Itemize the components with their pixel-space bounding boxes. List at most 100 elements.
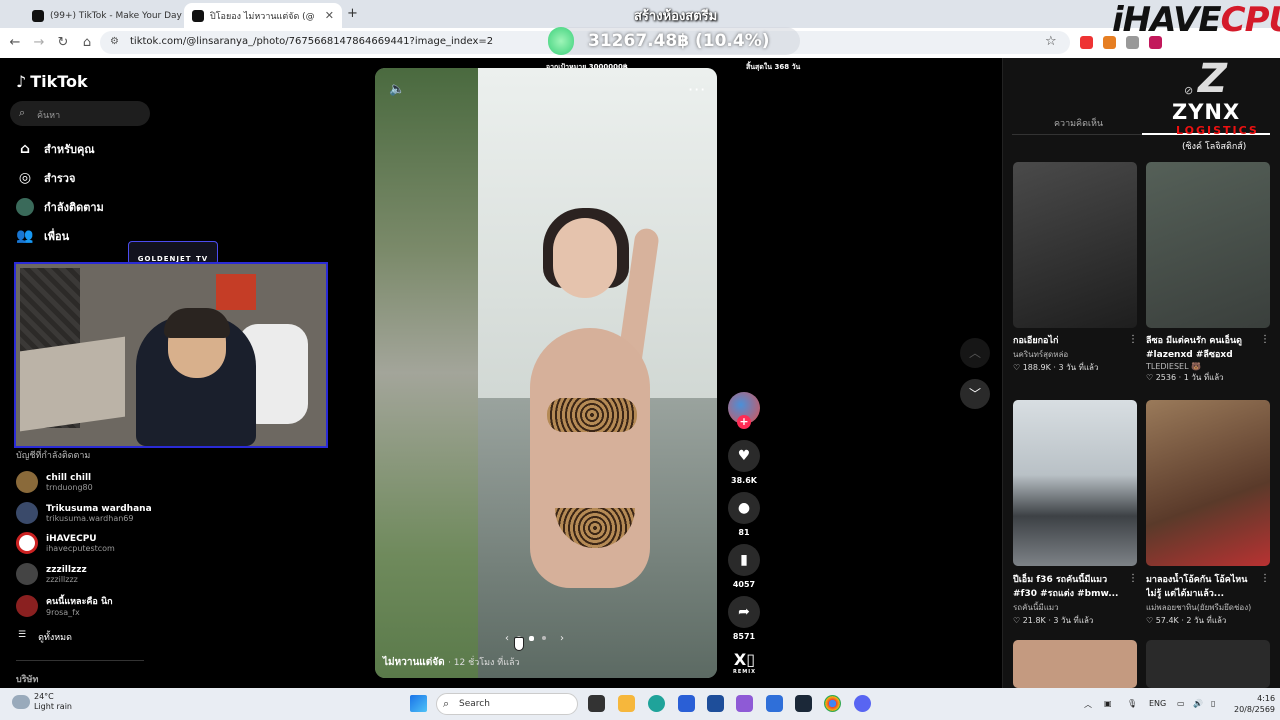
home-icon: ⌂: [19, 141, 31, 157]
windows-start-icon[interactable]: [410, 695, 427, 712]
video-thumbnail[interactable]: [1146, 640, 1270, 688]
language-indicator[interactable]: ENG: [1149, 699, 1166, 708]
more-icon[interactable]: ⋮: [1260, 334, 1270, 345]
slide-dot-active[interactable]: [529, 635, 534, 641]
nav-explore[interactable]: ◎ สำรวจ: [16, 168, 76, 188]
volume-tray-icon[interactable]: 🔊: [1193, 699, 1203, 708]
remix-button[interactable]: X▯ REMIX: [733, 650, 756, 675]
see-all-link[interactable]: ☰ ดูทั้งหมด: [18, 630, 72, 644]
nav-following[interactable]: กำลังติดตาม: [16, 197, 104, 217]
weather-widget[interactable]: 24°C Light rain: [34, 692, 72, 712]
reload-icon[interactable]: ↻: [54, 34, 72, 52]
video-thumbnail[interactable]: [1146, 400, 1270, 566]
nav-for-you[interactable]: ⌂ สำหรับคุณ: [16, 139, 95, 159]
video-title: ปีเอ็ม f36 รถคันนี้มีแมว #f30 #รถแต่ง #b…: [1013, 575, 1119, 599]
sponsor-subtitle: LOGISTICS: [1176, 124, 1259, 137]
account-item[interactable]: zzzillzzz zzzillzzz: [16, 563, 87, 585]
forward-icon[interactable]: →: [30, 34, 48, 52]
app-icon[interactable]: [678, 695, 695, 712]
taskbar-search[interactable]: [436, 693, 578, 715]
more-icon[interactable]: ⋮: [1260, 573, 1270, 584]
slide-next-icon[interactable]: ›: [560, 633, 564, 644]
chevron-down-icon: ﹀: [968, 387, 981, 401]
sponsor-logo-mark: Z: [1198, 56, 1228, 102]
bookmark-star-icon[interactable]: ☆: [1045, 34, 1057, 49]
more-icon[interactable]: ⋮: [1128, 573, 1138, 584]
photo-post-viewer[interactable]: [375, 68, 717, 678]
edge-icon[interactable]: [648, 695, 665, 712]
more-icon[interactable]: ⋮: [1128, 334, 1138, 345]
taskbar-search-label: Search: [459, 699, 490, 709]
donation-progress-fill: [548, 27, 574, 55]
video-card-info[interactable]: มาลองน้ำโอ้คกัน โอ้คไหนไม่รู้ แต่ได้มาแล…: [1146, 573, 1258, 627]
caption-author[interactable]: ไม่หวานแต่จัด: [383, 657, 445, 668]
photo-figure-face: [553, 218, 617, 298]
account-item[interactable]: chill chill trnduong80: [16, 471, 93, 493]
task-view-icon[interactable]: [588, 695, 605, 712]
bookmark-button[interactable]: ▮ 4057: [728, 544, 760, 589]
video-stats: ♡ 21.8K · 3 วัน ที่แล้ว: [1013, 616, 1094, 625]
tab-comments[interactable]: ความคิดเห็น: [1054, 116, 1103, 130]
divider: [16, 660, 144, 661]
close-tab-icon[interactable]: ✕: [325, 9, 334, 22]
volume-icon[interactable]: 🔈: [389, 82, 405, 97]
follow-plus-icon[interactable]: +: [737, 415, 751, 429]
comment-button[interactable]: ● 81: [728, 492, 760, 537]
previous-post-button[interactable]: ︿: [960, 338, 990, 368]
slide-prev-icon[interactable]: ‹: [505, 633, 509, 644]
browser-tab-tiktok[interactable]: (99+) TikTok - Make Your Day ✕: [24, 3, 182, 28]
nav-friends[interactable]: 👥 เพื่อน: [16, 226, 69, 246]
tiktok-logo[interactable]: ♪ TikTok: [16, 72, 88, 91]
url-text[interactable]: tiktok.com/@linsaranya_/photo/7675668147…: [130, 36, 493, 47]
copilot-icon[interactable]: [736, 695, 753, 712]
photo-prev-slide: [375, 68, 478, 678]
avatar: [16, 563, 38, 585]
weather-icon[interactable]: [12, 695, 30, 709]
link-icon[interactable]: ⊘: [1184, 84, 1193, 97]
video-author: แม่พลอยชาทิน(ยัยพรีมยึดช่อง): [1146, 603, 1252, 612]
account-name: zzzillzzz: [46, 564, 87, 575]
video-thumbnail[interactable]: [1146, 162, 1270, 328]
back-icon[interactable]: ←: [6, 34, 24, 52]
avatar: [16, 502, 38, 524]
next-post-button[interactable]: ﹀: [960, 379, 990, 409]
account-item[interactable]: iHAVECPU ihavecputestcom: [16, 532, 115, 554]
share-button[interactable]: ➦ 8571: [728, 596, 760, 641]
battery-icon[interactable]: ▯: [1211, 699, 1215, 708]
tray-chevron-icon[interactable]: ︿: [1084, 699, 1092, 710]
store-icon[interactable]: [707, 695, 724, 712]
company-heading: บริษัท: [16, 675, 39, 685]
share-count: 8571: [732, 632, 756, 641]
tray-app-icon[interactable]: ▣: [1104, 699, 1112, 708]
search-input[interactable]: [10, 101, 150, 126]
new-tab-icon[interactable]: +: [347, 6, 358, 21]
steam-icon[interactable]: [795, 695, 812, 712]
file-explorer-icon[interactable]: [618, 695, 635, 712]
video-card-info[interactable]: ลีซอ มีแต่คนรัก คนเอ็นดู #lazenxd #ลีซอx…: [1146, 334, 1258, 384]
home-browser-icon[interactable]: ⌂: [78, 34, 96, 52]
video-thumbnail[interactable]: [1013, 640, 1137, 688]
like-button[interactable]: ♥ 38.6K: [728, 440, 760, 485]
site-info-icon[interactable]: ⚙: [110, 36, 119, 47]
slide-dot[interactable]: [542, 636, 546, 640]
video-stats: ♡ 57.4K · 2 วัน ที่แล้ว: [1146, 616, 1227, 625]
account-name: Trikusuma wardhana: [46, 503, 152, 514]
extension-icon[interactable]: [1080, 36, 1093, 49]
video-thumbnail[interactable]: [1013, 162, 1137, 328]
browser-tab-post[interactable]: ปิโอยอง ไม่หวานแต่จัด (@lins ✕: [184, 3, 342, 28]
video-card-info[interactable]: ปีเอ็ม f36 รถคันนี้มีแมว #f30 #รถแต่ง #b…: [1013, 573, 1125, 627]
clock[interactable]: 4:16 20/8/2569: [1234, 693, 1275, 715]
account-item[interactable]: คนนี้แหละคือ นิก 9rosa_fx: [16, 594, 113, 617]
chrome-icon[interactable]: [824, 695, 841, 712]
microphone-icon[interactable]: 🎙: [1127, 699, 1137, 708]
video-card-info[interactable]: กอเอียกอไก่ นครินทร์สุดหล่อ ♡ 188.9K · 3…: [1013, 334, 1131, 374]
more-options-icon[interactable]: ···: [688, 80, 706, 99]
mail-icon[interactable]: [766, 695, 783, 712]
heart-icon: ♥: [728, 440, 760, 472]
account-item[interactable]: Trikusuma wardhana trikusuma.wardhan69: [16, 502, 152, 524]
sponsor-thai: (ซิงค์ โลจิสติกส์): [1182, 142, 1247, 152]
network-icon[interactable]: ▭: [1177, 699, 1185, 708]
video-thumbnail[interactable]: [1013, 400, 1137, 566]
photo-figure-top: [547, 398, 637, 432]
discord-icon[interactable]: [854, 695, 871, 712]
